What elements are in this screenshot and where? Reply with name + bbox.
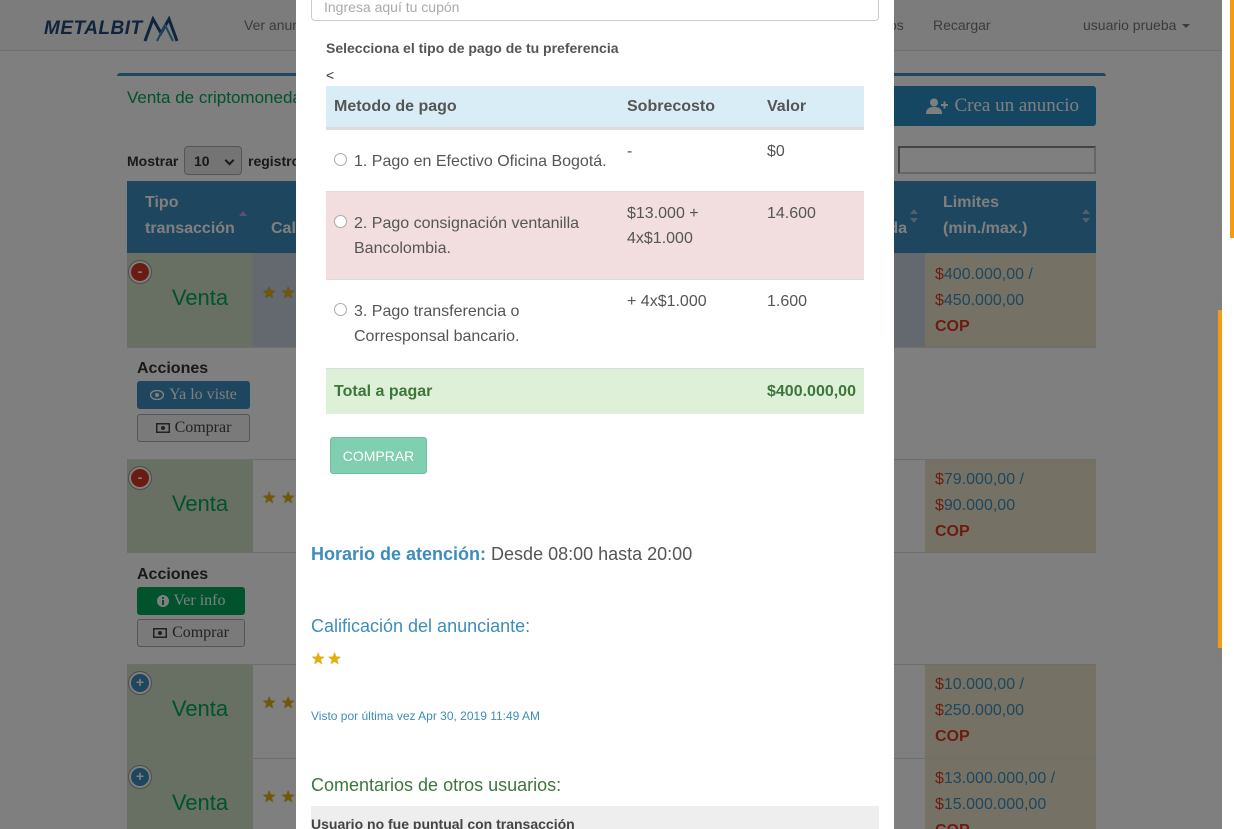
payment-row[interactable]: 1. Pago en Efectivo Oficina Bogotá. - $0 — [326, 129, 864, 191]
payment-preference-label: Selecciona el tipo de pago de tu prefere… — [326, 40, 619, 56]
schedule-value: Desde 08:00 hasta 20:00 — [491, 544, 693, 564]
col-header-extra: Sobrecosto — [627, 98, 716, 115]
comment-item: Usuario no fue puntual con transacción — [311, 806, 879, 829]
comment-text: Usuario no fue puntual con transacción — [311, 816, 575, 829]
payment-value: 1.600 — [767, 293, 808, 310]
schedule: Horario de atención: Desde 08:00 hasta 2… — [311, 544, 692, 565]
payment-table-header: Metodo de pago Sobrecosto Valor — [326, 86, 864, 129]
modal-scrollbar-thumb[interactable] — [1218, 310, 1222, 648]
total-label: Total a pagar — [334, 383, 433, 400]
payment-radio[interactable] — [334, 215, 347, 228]
payment-row[interactable]: 2. Pago consignación ventanilla Bancolom… — [326, 191, 864, 279]
col-header-method: Metodo de pago — [334, 98, 457, 115]
advertiser-rating-title: Calificación del anunciante: — [311, 616, 531, 636]
payment-value: $0 — [767, 143, 785, 160]
page-scrollbar-thumb[interactable] — [1230, 0, 1234, 238]
comments-title: Comentarios de otros usuarios: — [311, 775, 562, 795]
payment-method: 1. Pago en Efectivo Oficina Bogotá. — [354, 153, 607, 170]
advertiser-rating: ★ ★ — [311, 649, 344, 669]
payment-extra: - — [627, 143, 633, 160]
payment-row[interactable]: 3. Pago transferencia o Corresponsal ban… — [326, 279, 864, 368]
payment-method: 2. Pago consignación ventanilla Bancolom… — [354, 215, 580, 257]
star-icon: ★ — [311, 651, 326, 668]
purchase-modal: Ingresa aquí tu cupón Selecciona el tipo… — [296, 0, 894, 829]
schedule-label: Horario de atención: — [311, 544, 487, 564]
payment-radio[interactable] — [334, 153, 347, 166]
payment-total-row: Total a pagar $400.000,00 — [326, 368, 864, 414]
payment-radio[interactable] — [334, 303, 347, 316]
confirm-buy-button[interactable]: COMPRAR — [330, 437, 427, 474]
coupon-input[interactable]: Ingresa aquí tu cupón — [311, 0, 879, 21]
payment-extra: $13.000 + 4x$1.000 — [627, 205, 699, 247]
stray-text: < — [326, 67, 335, 83]
last-seen-text: Visto por última vez Apr 30, 2019 11:49 … — [311, 709, 541, 723]
star-icon: ★ — [327, 651, 342, 668]
col-header-value: Valor — [767, 98, 807, 115]
payment-method: 3. Pago transferencia o Corresponsal ban… — [354, 303, 520, 345]
payment-extra: + 4x$1.000 — [627, 293, 707, 310]
total-value: $400.000,00 — [767, 383, 856, 400]
payment-value: 14.600 — [767, 205, 816, 222]
